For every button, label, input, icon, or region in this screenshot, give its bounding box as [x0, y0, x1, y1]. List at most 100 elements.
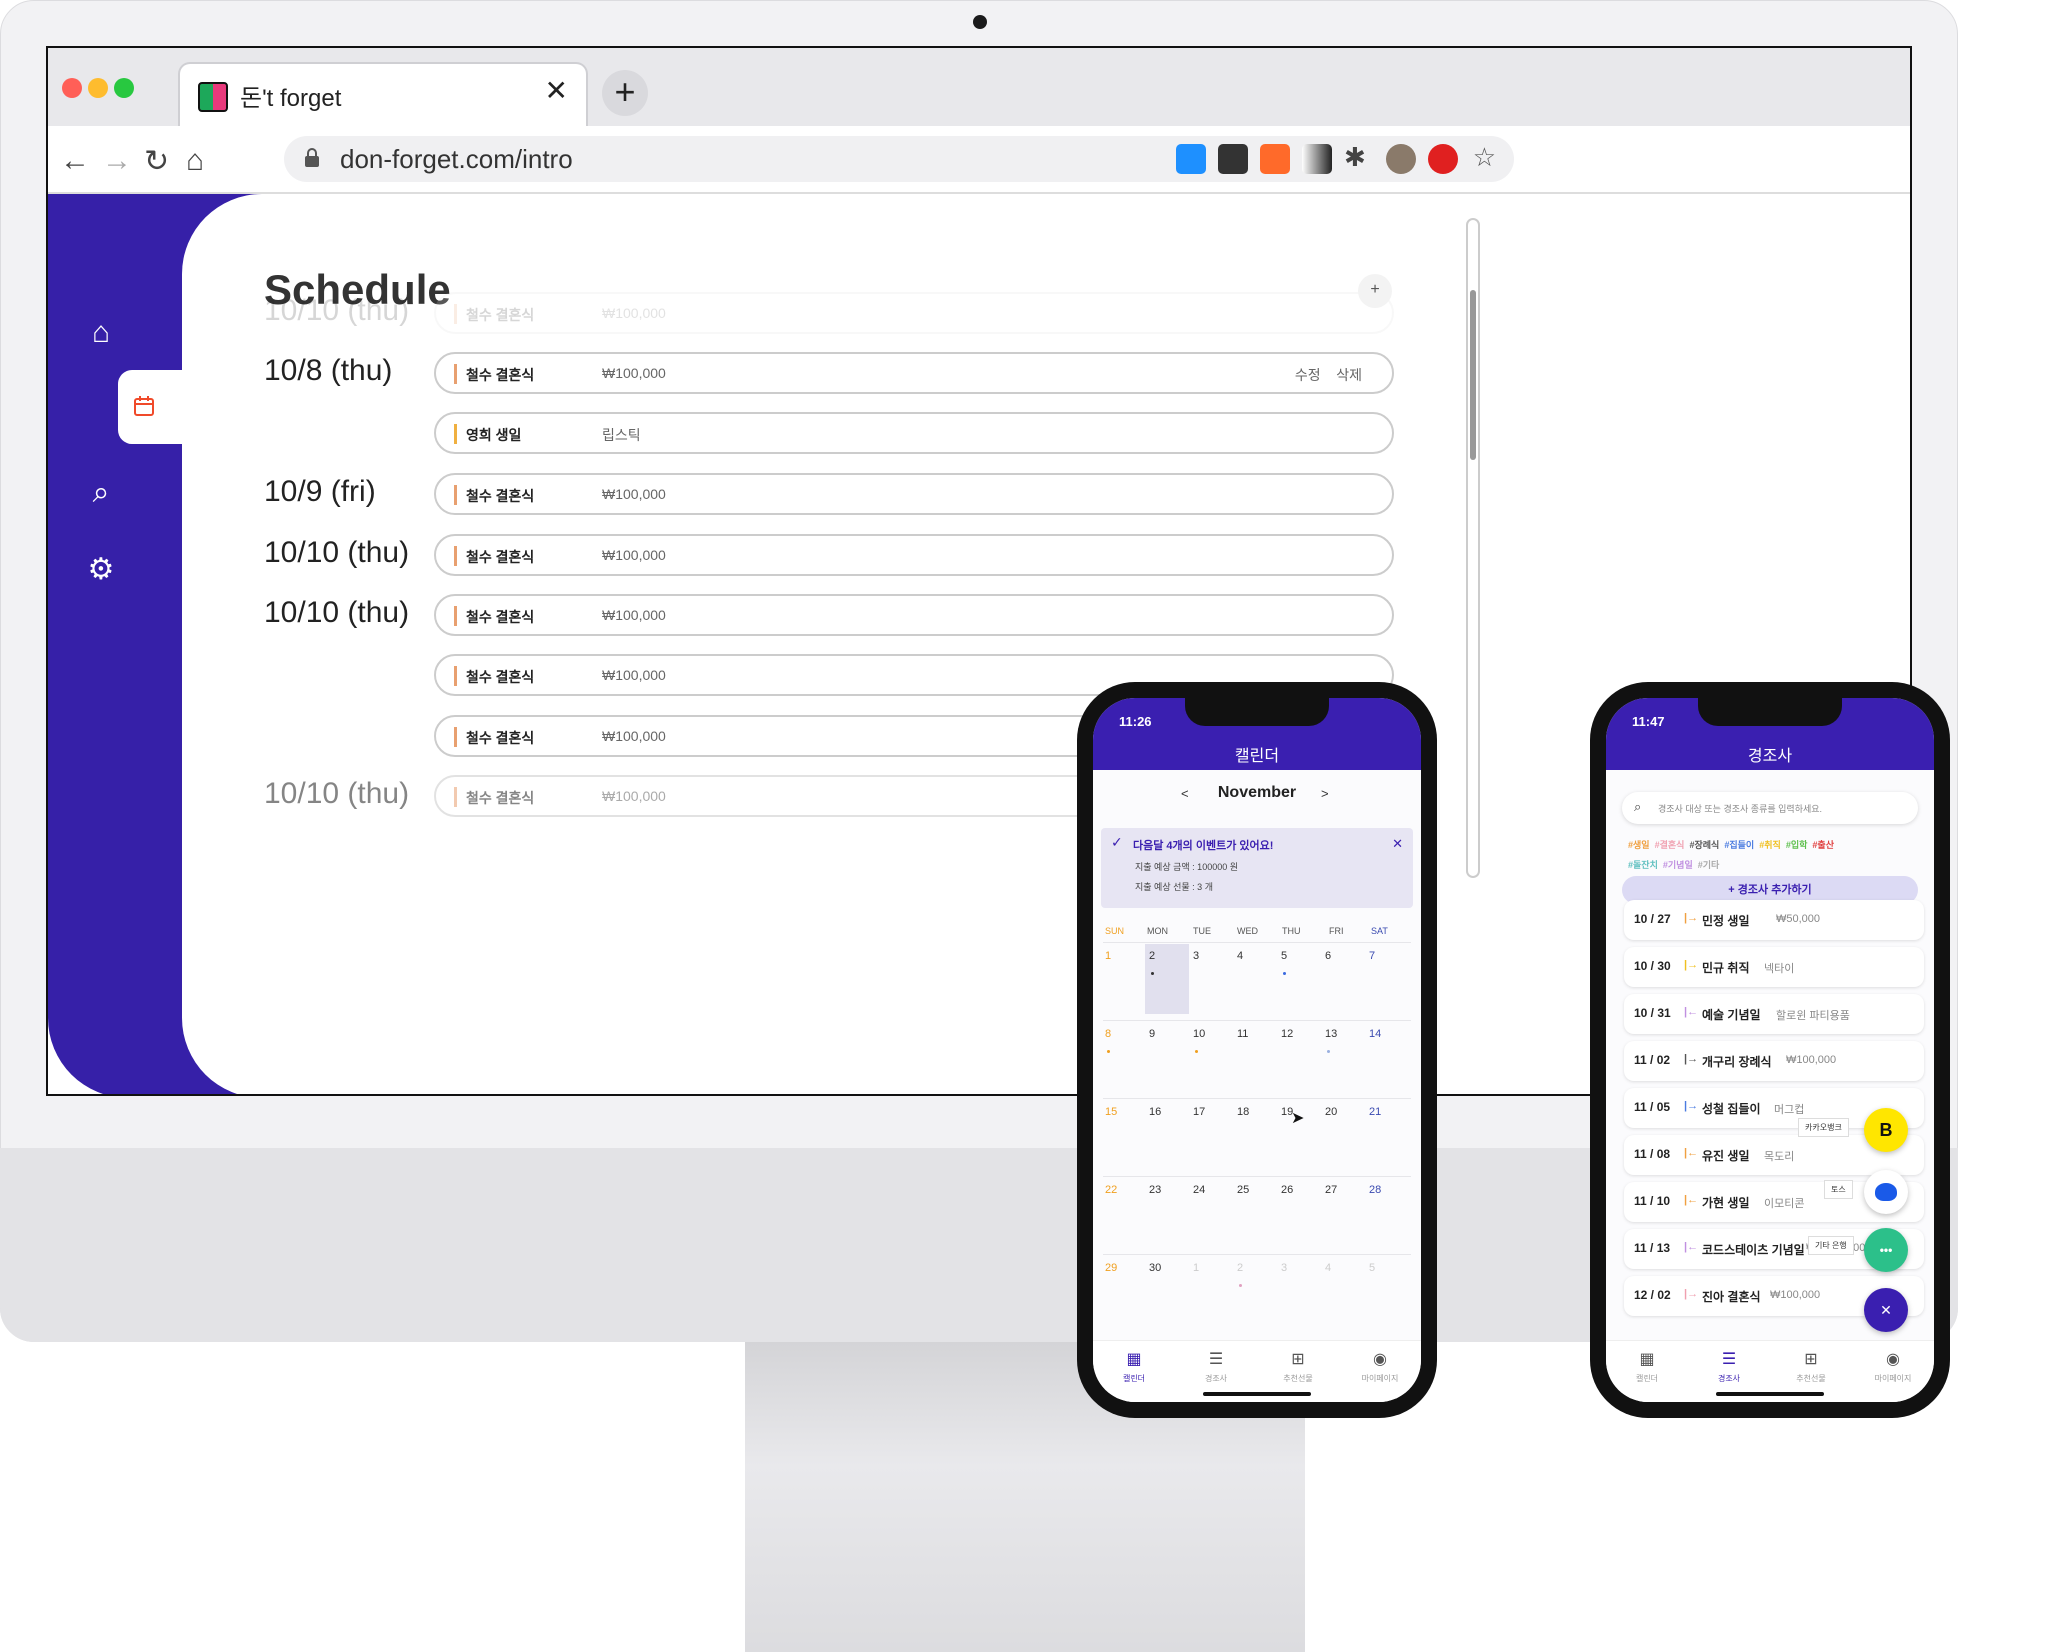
minimize-window-icon[interactable] [88, 78, 108, 98]
forward-icon[interactable]: → [102, 144, 132, 178]
tab-calendar[interactable]: ▦ 캘린더 [1606, 1349, 1688, 1384]
tag[interactable]: #돌잔치 [1628, 860, 1658, 870]
day-cell[interactable]: 13 [1325, 1028, 1337, 1040]
alert-expected-gifts: 지출 예상 선물 : 3 개 [1135, 882, 1213, 892]
tab-gifts[interactable]: ⊞ 추천선물 [1257, 1349, 1339, 1384]
tag[interactable]: #출산 [1812, 840, 1834, 850]
extensions-puzzle-icon[interactable]: ✱ [1344, 142, 1366, 173]
day-cell[interactable]: 6 [1325, 950, 1331, 962]
event-date: 11 / 05 [1634, 1100, 1671, 1114]
event-date: 11 / 08 [1634, 1147, 1671, 1161]
day-cell[interactable]: 10 [1193, 1028, 1205, 1040]
tag[interactable]: #취직 [1759, 840, 1781, 850]
day-cell[interactable]: 17 [1193, 1106, 1205, 1118]
event-item[interactable]: 10 / 27 |→ 민정 생일 ₩50,000 [1624, 900, 1924, 940]
day-cell[interactable]: 3 [1193, 950, 1199, 962]
download-extension-icon[interactable] [1176, 144, 1206, 174]
event-item[interactable]: 10 / 31 |← 예술 기념일 할로윈 파티용품 [1624, 994, 1924, 1034]
scrollbar[interactable] [1466, 218, 1480, 878]
tab-mypage[interactable]: ◉ 마이페이지 [1852, 1349, 1934, 1384]
tab-gifts[interactable]: ⊞ 추천선물 [1770, 1349, 1852, 1384]
phone-notch [1185, 698, 1329, 726]
schedule-row[interactable]: 철수 결혼식 ₩100,000 수정 삭제 [434, 352, 1394, 394]
tag[interactable]: #장례식 [1689, 840, 1719, 850]
day-cell[interactable]: 21 [1369, 1106, 1381, 1118]
close-fab-button[interactable]: ✕ [1864, 1288, 1908, 1332]
settings-gear-icon[interactable]: ⚙ [76, 552, 126, 587]
profile-avatar[interactable] [1386, 144, 1416, 174]
day-cell[interactable]: 4 [1237, 950, 1243, 962]
close-window-icon[interactable] [62, 78, 82, 98]
event-item[interactable]: 11 / 02 |→ 개구리 장례식 ₩100,000 [1624, 1041, 1924, 1081]
day-cell[interactable]: 18 [1237, 1106, 1249, 1118]
toss-button[interactable] [1864, 1170, 1908, 1214]
search-input[interactable]: ⌕ 경조사 대상 또는 경조사 종류를 입력하세요. [1622, 792, 1918, 824]
update-icon[interactable] [1428, 144, 1458, 174]
day-cell[interactable]: 8 [1105, 1028, 1111, 1040]
other-bank-button[interactable]: ••• [1864, 1228, 1908, 1272]
day-cell[interactable]: 28 [1369, 1184, 1381, 1196]
day-cell[interactable]: 2 [1149, 950, 1155, 962]
schedule-row[interactable]: 철수 결혼식 ₩100,000 [434, 473, 1394, 515]
day-cell[interactable]: 11 [1237, 1028, 1248, 1040]
next-month-button[interactable]: > [1321, 786, 1329, 801]
tag[interactable]: #기념일 [1663, 860, 1693, 870]
tab-calendar[interactable]: ▦ 캘린더 [1093, 1349, 1175, 1384]
kakaobank-button[interactable]: B [1864, 1108, 1908, 1152]
tag[interactable]: #집들이 [1724, 840, 1754, 850]
day-cell[interactable]: 5 [1369, 1262, 1375, 1274]
tab-events[interactable]: ☰ 경조사 [1688, 1349, 1770, 1384]
tag[interactable]: #결혼식 [1655, 840, 1685, 850]
instapaper-extension-icon[interactable] [1218, 144, 1248, 174]
maximize-window-icon[interactable] [114, 78, 134, 98]
add-event-button[interactable]: + [1358, 274, 1392, 308]
home-icon[interactable]: ⌂ [186, 144, 204, 178]
tab-mypage[interactable]: ◉ 마이페이지 [1339, 1349, 1421, 1384]
day-cell[interactable]: 25 [1237, 1184, 1249, 1196]
schedule-row[interactable]: 영희 생일 립스틱 [434, 412, 1394, 454]
day-cell[interactable]: 27 [1325, 1184, 1337, 1196]
day-cell[interactable]: 22 [1105, 1184, 1117, 1196]
delete-button[interactable]: 삭제 [1336, 367, 1362, 383]
gradient-extension-icon[interactable] [1302, 144, 1332, 174]
day-cell[interactable]: 30 [1149, 1262, 1161, 1274]
day-cell[interactable]: 2 [1237, 1262, 1243, 1274]
day-cell[interactable]: 29 [1105, 1262, 1117, 1274]
browser-tab[interactable]: 돈't forget ✕ [178, 62, 588, 126]
back-icon[interactable]: ← [60, 144, 90, 178]
day-cell[interactable]: 23 [1149, 1184, 1161, 1196]
calendar-nav-active[interactable] [118, 370, 188, 444]
day-cell[interactable]: 15 [1105, 1106, 1117, 1118]
day-cell[interactable]: 24 [1193, 1184, 1205, 1196]
day-cell[interactable]: 12 [1281, 1028, 1293, 1040]
tag[interactable]: #입학 [1786, 840, 1808, 850]
search-nav-icon[interactable]: ⌕ [76, 476, 126, 510]
alert-expected-amount: 지출 예상 금액 : 100000 원 [1135, 862, 1238, 872]
day-cell[interactable]: 5 [1281, 950, 1287, 962]
day-cell[interactable]: 20 [1325, 1106, 1337, 1118]
day-cell[interactable]: 3 [1281, 1262, 1287, 1274]
day-cell[interactable]: 26 [1281, 1184, 1293, 1196]
day-cell[interactable]: 14 [1369, 1028, 1381, 1040]
schedule-row[interactable]: 철수 결혼식 ₩100,000 [434, 534, 1394, 576]
day-cell[interactable]: 4 [1325, 1262, 1331, 1274]
tag[interactable]: #기타 [1698, 860, 1720, 870]
day-cell[interactable]: 7 [1369, 950, 1375, 962]
alert-close-icon[interactable]: ✕ [1392, 836, 1403, 852]
day-cell[interactable]: 1 [1193, 1262, 1199, 1274]
bookmark-star-icon[interactable]: ☆ [1473, 142, 1496, 173]
reload-icon[interactable]: ↻ [144, 144, 169, 179]
ex-extension-icon[interactable] [1260, 144, 1290, 174]
home-nav-icon[interactable]: ⌂ [76, 316, 126, 350]
event-item[interactable]: 10 / 30 |→ 민규 취직 넥타이 [1624, 947, 1924, 987]
scrollbar-thumb[interactable] [1470, 290, 1476, 460]
edit-button[interactable]: 수정 [1295, 367, 1321, 383]
tab-events[interactable]: ☰ 경조사 [1175, 1349, 1257, 1384]
day-cell[interactable]: 9 [1149, 1028, 1155, 1040]
schedule-row[interactable]: 철수 결혼식 ₩100,000 [434, 594, 1394, 636]
day-cell[interactable]: 1 [1105, 950, 1111, 962]
tag[interactable]: #생일 [1628, 840, 1650, 850]
tab-close-icon[interactable]: ✕ [545, 74, 568, 107]
day-cell[interactable]: 16 [1149, 1106, 1161, 1118]
new-tab-button[interactable]: + [602, 70, 648, 116]
